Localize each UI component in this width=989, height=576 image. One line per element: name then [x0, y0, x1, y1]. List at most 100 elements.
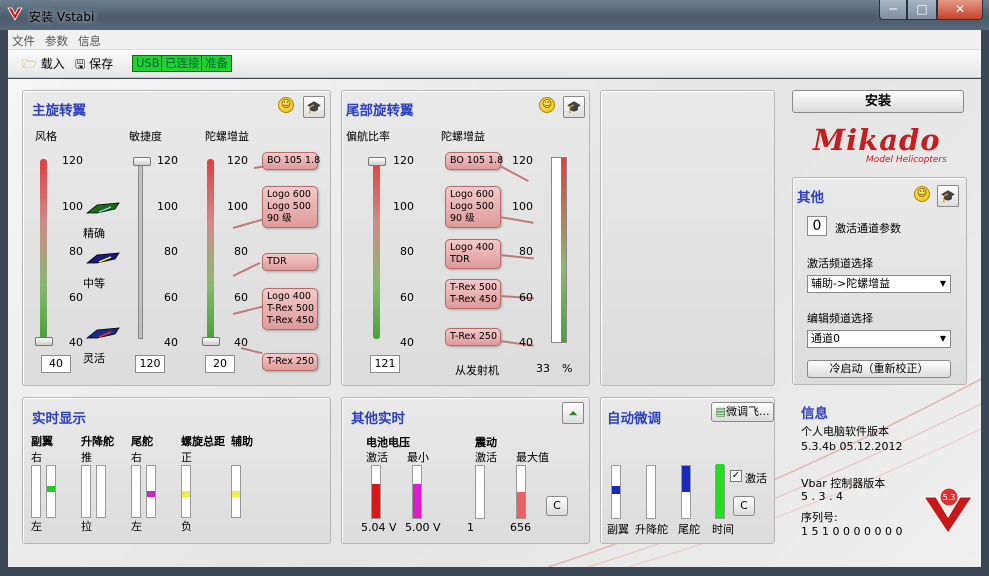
callout-bo105: BO 105 1.8 [262, 152, 320, 170]
pitch-bottom: 负 [181, 520, 192, 533]
heli-agile-icon [85, 327, 120, 339]
edit-channel-value: 通道0 [811, 332, 840, 345]
vib-max-fill [517, 492, 525, 518]
style-slider-track[interactable] [40, 159, 47, 339]
rudder-label: 尾舵 [131, 435, 153, 448]
tick: 120 [393, 154, 414, 167]
help-hat-icon[interactable]: 🎓 [563, 96, 585, 118]
help-hat-icon[interactable]: 🎓 [303, 96, 325, 118]
tick: 100 [62, 200, 83, 213]
style-slider-thumb[interactable] [35, 337, 53, 346]
gyro-value[interactable]: 20 [205, 355, 235, 373]
cold-start-button[interactable]: 冷启动（重新校正） [807, 360, 951, 378]
aileron-meter-1 [31, 465, 41, 518]
tick: 60 [234, 291, 248, 304]
menu-params[interactable]: 参数 [45, 33, 68, 49]
tick: 120 [62, 154, 83, 167]
ready-status: 准备 [201, 55, 232, 72]
callout-tail [232, 218, 263, 229]
elevator-meter-2 [96, 465, 106, 518]
aileron-meter-2 [46, 465, 56, 518]
style-value[interactable]: 40 [41, 355, 71, 373]
save-button[interactable]: 🖫 保存 [75, 55, 113, 76]
load-button[interactable]: 🗁 载入 [22, 55, 65, 76]
activate-checkbox[interactable]: ✓ [730, 470, 742, 482]
minimize-button[interactable]: ─ [879, 0, 907, 20]
menu-file[interactable]: 文件 [12, 33, 35, 49]
callout-trex250: T-Rex 250 [262, 353, 318, 371]
trim-time-fill [716, 464, 724, 518]
vbar-version: 5 . 3 . 4 [801, 490, 843, 503]
callout-tail [232, 261, 261, 277]
tick: 120 [157, 154, 178, 167]
from-tx-value: 33 [536, 362, 550, 375]
menu-info[interactable]: 信息 [78, 33, 101, 49]
voltage-min-meter [412, 465, 422, 519]
vib-max-label: 最大值 [516, 451, 549, 464]
aux-meter [231, 465, 241, 518]
battery-voltage-label: 电池电压 [366, 436, 410, 449]
tail-gyro-label: 陀螺增益 [441, 130, 485, 143]
yaw-slider-track[interactable] [373, 159, 380, 339]
trim-c-button[interactable]: C [733, 496, 755, 516]
rudder-indicator [147, 491, 155, 497]
pitch-meter [181, 465, 191, 518]
mikado-logo: Mikado [813, 123, 941, 157]
smiley-icon[interactable]: ☺ [278, 97, 294, 113]
yaw-value[interactable]: 121 [370, 355, 400, 373]
agility-value[interactable]: 120 [135, 355, 165, 373]
smiley-icon[interactable]: ☺ [539, 97, 555, 113]
graph-icon[interactable]: ⏶ [562, 402, 584, 424]
from-tx-unit: % [562, 362, 573, 375]
dropdown-arrow-icon: ▼ [939, 334, 946, 343]
activate-select-label: 激活频道选择 [807, 257, 873, 270]
pc-version: 5.3.4b 05.12.2012 [801, 440, 903, 453]
window-title: 安装 Vstabi [29, 10, 95, 24]
other-realtime-panel: 其他实时 ⏶ 电池电压 震动 激活 最小 激活 最大值 5.04 V 5.00 … [341, 397, 590, 544]
from-tx-label: 从发射机 [455, 364, 499, 377]
trim-flight-button[interactable]: ▤微调飞... [711, 402, 774, 422]
install-button[interactable]: 安装 [792, 90, 964, 113]
tick: 80 [234, 245, 248, 258]
trim-rudder-fill [682, 466, 690, 492]
rudder-meter-2 [146, 465, 156, 518]
vib-active-label: 激活 [475, 451, 497, 464]
agility-slider-track[interactable] [138, 159, 143, 339]
rudder-meter-1 [131, 465, 141, 518]
aux-label: 辅助 [231, 435, 253, 448]
v-active-label: 激活 [366, 451, 388, 464]
help-hat-icon[interactable]: 🎓 [937, 185, 959, 207]
callout-tail [499, 216, 534, 224]
activate-count: 0 [807, 216, 827, 236]
toolbar: 🗁 载入 🖫 保存 USB 已连接 准备 [8, 50, 981, 78]
edit-select-label: 编辑频道选择 [807, 312, 873, 325]
voltage-active-meter [371, 465, 381, 519]
reset-c-button[interactable]: C [546, 496, 568, 516]
activate-channel-value: 辅助->陀螺增益 [811, 277, 891, 290]
tail-gain-meter [551, 157, 567, 343]
gyro-slider-thumb[interactable] [202, 337, 220, 346]
tick: 120 [227, 154, 248, 167]
vib-max-meter [516, 465, 526, 519]
activate-channel-select[interactable]: 辅助->陀螺增益 ▼ [807, 275, 951, 293]
tick: 80 [69, 245, 83, 258]
trim-rudder-meter [681, 465, 691, 519]
realtime-panel: 实时显示 副翼 右 左 升降舵 推 拉 尾舵 右 左 螺旋总距 正 负 辅助 [22, 397, 331, 544]
svg-text:5.3: 5.3 [943, 493, 956, 502]
style-agile: 灵活 [83, 352, 105, 365]
maximize-button[interactable]: □ [907, 0, 937, 20]
aileron-label: 副翼 [31, 435, 53, 448]
trim-rudder-label: 尾舵 [678, 523, 700, 536]
tick: 100 [157, 200, 178, 213]
tick: 60 [519, 291, 533, 304]
close-button[interactable]: ✕ [937, 0, 983, 20]
agility-slider-thumb[interactable] [133, 157, 151, 166]
edit-channel-select[interactable]: 通道0 ▼ [807, 330, 951, 348]
tail-callout-logo600: Logo 600 Logo 500 90 级 [445, 186, 501, 228]
vib-active-meter [475, 465, 485, 519]
tick: 60 [69, 291, 83, 304]
smiley-icon[interactable]: ☺ [914, 186, 930, 202]
voltage-active-value: 5.04 V [361, 521, 397, 534]
gyro-slider-track[interactable] [207, 159, 214, 339]
yaw-slider-thumb[interactable] [368, 157, 386, 166]
